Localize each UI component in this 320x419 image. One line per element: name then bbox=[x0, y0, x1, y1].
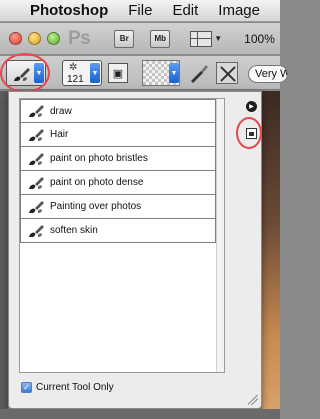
brush-icon bbox=[28, 152, 48, 166]
brush-icon bbox=[28, 104, 48, 118]
preset-item-painting-over-photos[interactable]: Painting over photos bbox=[20, 195, 216, 219]
preset-item-paint-on-photo-bristles[interactable]: paint on photo bristles bbox=[20, 147, 216, 171]
menu-file[interactable]: File bbox=[128, 2, 152, 19]
brush-panel-toggle-icon[interactable]: ▣ bbox=[108, 63, 128, 83]
preset-label: paint on photo dense bbox=[50, 177, 144, 188]
close-window-button[interactable] bbox=[9, 32, 22, 45]
zoom-window-button[interactable] bbox=[47, 32, 60, 45]
load-brush-icon[interactable] bbox=[188, 62, 210, 89]
panel-flyout-menu-icon[interactable]: ▶ bbox=[246, 101, 257, 112]
preset-item-draw[interactable]: draw bbox=[20, 99, 216, 123]
brush-preset-dropdown-icon[interactable]: ▼ bbox=[90, 63, 100, 83]
brush-icon bbox=[28, 128, 48, 142]
current-brush-load-swatch[interactable]: ▼ bbox=[142, 60, 180, 86]
photoshop-logo: Ps bbox=[68, 27, 91, 49]
view-extras-dropdown-icon[interactable]: ▼ bbox=[214, 34, 222, 43]
menu-photoshop[interactable]: Photoshop bbox=[30, 2, 108, 19]
tools-panel-edge bbox=[0, 91, 8, 409]
mix-combination-select[interactable]: Very W bbox=[248, 65, 288, 83]
bottom-edge bbox=[0, 409, 280, 419]
current-tool-only-label: Current Tool Only bbox=[36, 382, 114, 393]
preset-label: Painting over photos bbox=[50, 201, 142, 212]
current-tool-only-option[interactable]: ✓ Current Tool Only bbox=[21, 382, 114, 393]
current-tool-only-checkbox[interactable]: ✓ bbox=[21, 382, 32, 393]
tool-preset-list[interactable]: draw Hair paint on photo bristles paint … bbox=[19, 98, 225, 373]
list-scrollbar[interactable] bbox=[216, 99, 224, 372]
launch-bridge-button[interactable]: Br bbox=[114, 29, 135, 48]
document-canvas bbox=[262, 91, 280, 419]
preset-label: draw bbox=[50, 105, 72, 117]
view-extras-icon[interactable] bbox=[190, 30, 213, 47]
tool-preset-picker-panel: draw Hair paint on photo bristles paint … bbox=[8, 91, 262, 409]
menu-bar: Photoshop File Edit Image bbox=[0, 0, 280, 22]
menu-image[interactable]: Image bbox=[218, 2, 260, 19]
preset-item-paint-on-photo-dense[interactable]: paint on photo dense bbox=[20, 171, 216, 195]
zoom-level[interactable]: 100% bbox=[244, 32, 275, 46]
preset-label: soften skin bbox=[50, 225, 98, 236]
brush-preset-picker[interactable]: ✲ 121 ▼ bbox=[62, 60, 102, 86]
brush-icon bbox=[28, 224, 48, 238]
brush-tip-icon: ✲ bbox=[69, 62, 78, 73]
menu-edit[interactable]: Edit bbox=[172, 2, 198, 19]
preset-item-soften-skin[interactable]: soften skin bbox=[20, 219, 216, 243]
annotation-circle-tool-preset bbox=[0, 53, 50, 93]
launch-mini-bridge-button[interactable]: Mb bbox=[150, 29, 171, 48]
brush-load-dropdown-icon[interactable]: ▼ bbox=[169, 63, 179, 83]
minimize-window-button[interactable] bbox=[28, 32, 41, 45]
application-bar: Ps Br Mb ▼ 100% bbox=[0, 23, 280, 55]
brush-icon bbox=[28, 200, 48, 214]
brush-size-value: 121 bbox=[67, 74, 84, 85]
preset-item-hair[interactable]: Hair bbox=[20, 123, 216, 147]
preset-label: Hair bbox=[50, 129, 69, 140]
brush-icon bbox=[28, 176, 48, 190]
annotation-circle-new-preset bbox=[236, 117, 262, 149]
resize-grip-icon[interactable] bbox=[248, 395, 258, 405]
clean-brush-icon[interactable] bbox=[216, 62, 238, 84]
preset-label: paint on photo bristles bbox=[50, 153, 148, 164]
